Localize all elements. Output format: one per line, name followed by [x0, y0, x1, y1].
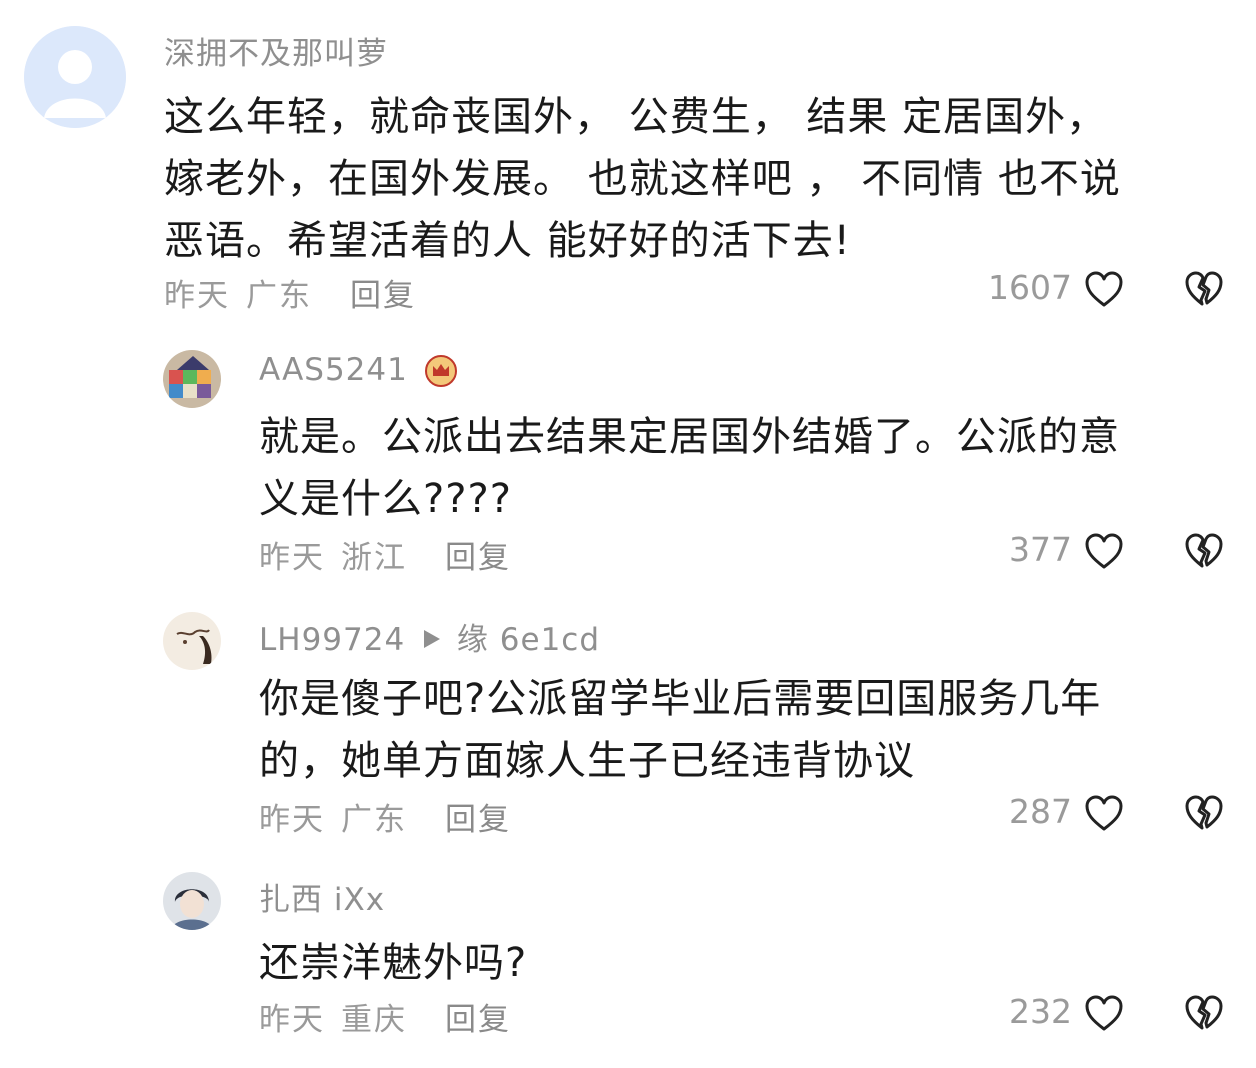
region: 浙江: [341, 540, 407, 576]
like-button[interactable]: [1084, 794, 1124, 836]
reply-button[interactable]: 回复: [350, 278, 416, 314]
comment-reply: 扎西 iXx 还崇洋魅外吗? 昨天 重庆 回复 232: [0, 852, 1256, 1068]
comment-text: 这么年轻，就命丧国外， 公费生， 结果 定居国外， 嫁老外，在国外发展。 也就这…: [164, 86, 1224, 272]
comment-text-line: 你是傻子吧?公派留学毕业后需要回国服务几年: [259, 676, 1102, 722]
username[interactable]: 扎西 iXx: [259, 874, 385, 919]
like-button[interactable]: [1084, 270, 1124, 312]
comment-text: 就是。公派出去结果定居国外结婚了。公派的意 义是什么????: [259, 406, 1219, 530]
comment-text-line: 嫁老外，在国外发展。 也就这样吧 ， 不同情 也不说: [164, 156, 1121, 202]
comment-text-line: 义是什么????: [259, 476, 512, 522]
dislike-button[interactable]: [1184, 532, 1224, 574]
reply-button[interactable]: 回复: [445, 1002, 511, 1038]
region: 重庆: [341, 1002, 407, 1038]
username: LH99724 缘 6e1cd: [259, 614, 600, 659]
comment-text: 你是傻子吧?公派留学毕业后需要回国服务几年 的，她单方面嫁人生子已经违背协议: [259, 668, 1219, 792]
comment-top-level: 深拥不及那叫萝 这么年轻，就命丧国外， 公费生， 结果 定居国外， 嫁老外，在国…: [0, 0, 1256, 330]
comment-text: 还崇洋魅外吗?: [259, 932, 1219, 994]
like-button[interactable]: [1084, 994, 1124, 1036]
reply-button[interactable]: 回复: [445, 802, 511, 838]
avatar-image: [163, 612, 221, 670]
broken-heart-icon: [1185, 995, 1223, 1030]
username-link[interactable]: LH99724: [259, 622, 405, 658]
like-count: 287: [1009, 792, 1072, 831]
avatar[interactable]: [163, 872, 221, 930]
like-count: 1607: [988, 268, 1072, 307]
play-triangle-icon: [422, 622, 442, 658]
region: 广东: [341, 802, 407, 838]
default-avatar-icon: [24, 26, 126, 128]
comment-text-line: 的，她单方面嫁人生子已经违背协议: [259, 738, 915, 784]
region: 广东: [246, 278, 312, 314]
timestamp: 昨天: [164, 278, 230, 314]
avatar[interactable]: [163, 612, 221, 670]
dislike-button[interactable]: [1184, 794, 1224, 836]
comment-text-line: 恶语。希望活着的人 能好好的活下去!: [164, 218, 851, 264]
heart-outline-icon: [1085, 533, 1123, 569]
like-count: 377: [1009, 530, 1072, 569]
like-button[interactable]: [1084, 532, 1124, 574]
comment-text-line: 就是。公派出去结果定居国外结婚了。公派的意: [259, 414, 1120, 460]
broken-heart-icon: [1185, 533, 1223, 568]
timestamp: 昨天: [259, 1002, 325, 1038]
comment-reply: AAS5241 就是。公派出去结果定居国外结婚了。公派的意 义是什么???? 昨…: [0, 330, 1256, 590]
reply-button[interactable]: 回复: [445, 540, 511, 576]
comment-meta: 昨天 重庆 回复: [259, 994, 511, 1039]
comment-meta: 昨天 浙江 回复: [259, 532, 511, 577]
timestamp: 昨天: [259, 540, 325, 576]
avatar[interactable]: [163, 350, 221, 408]
heart-outline-icon: [1085, 995, 1123, 1031]
like-count: 232: [1009, 992, 1072, 1031]
comment-reply: LH99724 缘 6e1cd 你是傻子吧?公派留学毕业后需要回国服务几年 的，…: [0, 590, 1256, 852]
comment-text-line: 还崇洋魅外吗?: [259, 940, 528, 986]
comment-meta: 昨天 广东 回复: [164, 270, 416, 315]
avatar-image: [163, 872, 221, 930]
crown-badge-icon: [424, 354, 458, 392]
timestamp: 昨天: [259, 802, 325, 838]
comment-meta: 昨天 广东 回复: [259, 794, 511, 839]
heart-outline-icon: [1085, 271, 1123, 307]
broken-heart-icon: [1185, 271, 1223, 306]
broken-heart-icon: [1185, 795, 1223, 830]
avatar[interactable]: [24, 26, 126, 128]
username[interactable]: AAS5241: [259, 352, 408, 388]
comment-text-line: 这么年轻，就命丧国外， 公费生， 结果 定居国外，: [164, 94, 1108, 140]
username[interactable]: 深拥不及那叫萝: [164, 28, 388, 73]
dislike-button[interactable]: [1184, 270, 1224, 312]
heart-outline-icon: [1085, 795, 1123, 831]
reply-to-username[interactable]: 缘 6e1cd: [457, 622, 600, 658]
dislike-button[interactable]: [1184, 994, 1224, 1036]
avatar-image: [163, 350, 221, 408]
